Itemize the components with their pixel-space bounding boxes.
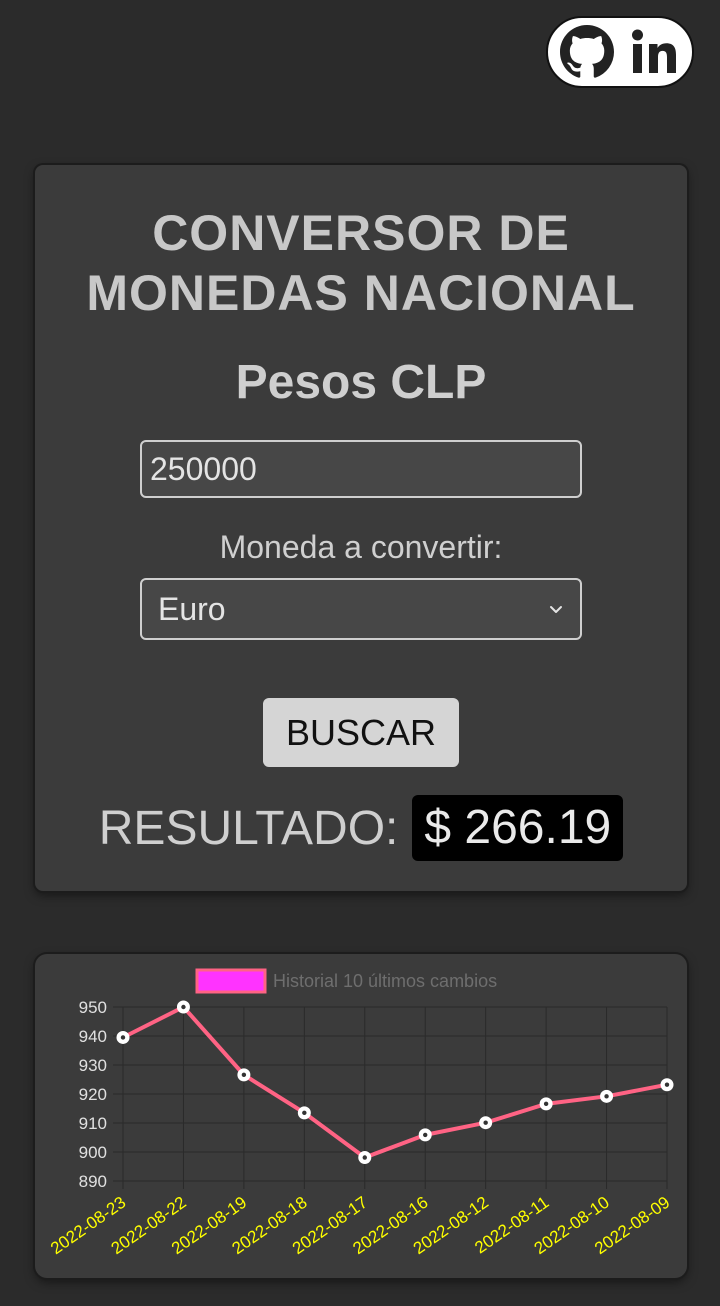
data-point-center <box>483 1120 488 1125</box>
y-tick-label: 920 <box>79 1085 107 1104</box>
converter-card: CONVERSOR DE MONEDAS NACIONAL Pesos CLP … <box>35 165 687 891</box>
result-row: RESULTADO: $ 266.19 <box>35 795 687 861</box>
series-line <box>122 1005 668 1160</box>
legend-swatch <box>195 968 267 994</box>
legend-label: Historial 10 últimos cambios <box>273 971 497 991</box>
data-point-center <box>543 1101 549 1107</box>
linkedin-icon <box>632 29 676 73</box>
data-point-center <box>302 1110 307 1116</box>
result-label: RESULTADO: <box>98 801 399 855</box>
title-line-1: CONVERSOR DE <box>152 205 570 261</box>
github-icon <box>560 25 614 78</box>
title-line-2: MONEDAS NACIONAL <box>86 265 636 321</box>
currency-select-value: Euro <box>158 590 226 627</box>
y-tick-label: 910 <box>79 1114 107 1133</box>
y-tick-label: 930 <box>79 1056 107 1075</box>
page-title: CONVERSOR DE MONEDAS NACIONAL <box>35 203 687 323</box>
data-point-center <box>664 1082 670 1087</box>
y-tick-label: 940 <box>79 1027 107 1046</box>
base-currency-label: Pesos CLP <box>235 356 487 409</box>
linkedin-link[interactable] <box>630 27 680 77</box>
data-point-center <box>181 1004 186 1010</box>
y-tick-label: 890 <box>79 1172 107 1191</box>
data-point-center <box>120 1035 126 1040</box>
data-point-center <box>241 1072 247 1078</box>
result-value: $ 266.19 <box>412 795 624 861</box>
history-chart-card: 890 900 910 920 930 940 950 2022-08-23 2022-08-2… <box>35 954 687 1278</box>
data-point-center <box>362 1155 367 1160</box>
currency-select[interactable]: Euro <box>140 578 582 640</box>
y-tick-label: 950 <box>79 998 107 1017</box>
history-chart: 8909009109209309409502022-08-232022-08-2… <box>47 968 674 1258</box>
data-point-center <box>423 1132 428 1138</box>
search-button[interactable]: BUSCAR <box>263 698 459 767</box>
amount-input[interactable] <box>140 440 582 498</box>
chevron-down-icon <box>550 606 562 613</box>
github-link[interactable] <box>560 25 614 79</box>
currency-label: Moneda a convertir: <box>219 529 503 565</box>
social-links <box>546 16 694 88</box>
y-tick-label: 900 <box>79 1143 107 1162</box>
data-point-center <box>604 1094 609 1099</box>
